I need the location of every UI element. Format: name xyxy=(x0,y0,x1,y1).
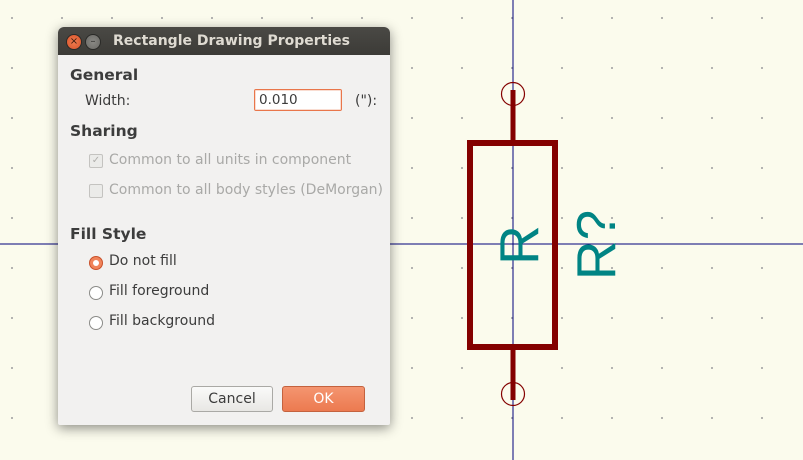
general-heading: General xyxy=(70,66,139,84)
fill-style-heading: Fill Style xyxy=(70,225,147,243)
dialog-title: Rectangle Drawing Properties xyxy=(113,33,350,49)
width-label: Width: xyxy=(85,93,131,109)
fill-foreground-label[interactable]: Fill foreground xyxy=(109,283,209,299)
sharing-heading: Sharing xyxy=(70,122,138,140)
radio-selected-dot xyxy=(93,260,99,266)
component-value-label[interactable]: R xyxy=(488,225,550,265)
common-body-styles-label: Common to all body styles (DeMorgan) xyxy=(109,182,384,198)
fill-background-label[interactable]: Fill background xyxy=(109,313,215,329)
rectangle-properties-dialog: × – Rectangle Drawing Properties General… xyxy=(58,27,390,425)
fill-foreground-radio[interactable] xyxy=(89,286,103,300)
do-not-fill-label[interactable]: Do not fill xyxy=(109,253,177,269)
common-units-checkbox[interactable]: ✓ xyxy=(89,154,103,168)
minimize-icon[interactable]: – xyxy=(85,34,101,50)
do-not-fill-radio[interactable] xyxy=(89,256,103,270)
close-icon[interactable]: × xyxy=(66,34,82,50)
fill-background-radio[interactable] xyxy=(89,316,103,330)
dialog-titlebar[interactable]: × – Rectangle Drawing Properties xyxy=(58,27,390,55)
common-units-label: Common to all units in component xyxy=(109,152,352,168)
component-reference-label[interactable]: R? xyxy=(565,210,627,280)
cancel-button[interactable]: Cancel xyxy=(191,386,273,412)
common-body-styles-checkbox[interactable] xyxy=(89,184,103,198)
width-input[interactable]: 0.010 xyxy=(254,89,342,111)
ok-button[interactable]: OK xyxy=(282,386,365,412)
unit-label: ("): xyxy=(355,93,378,109)
